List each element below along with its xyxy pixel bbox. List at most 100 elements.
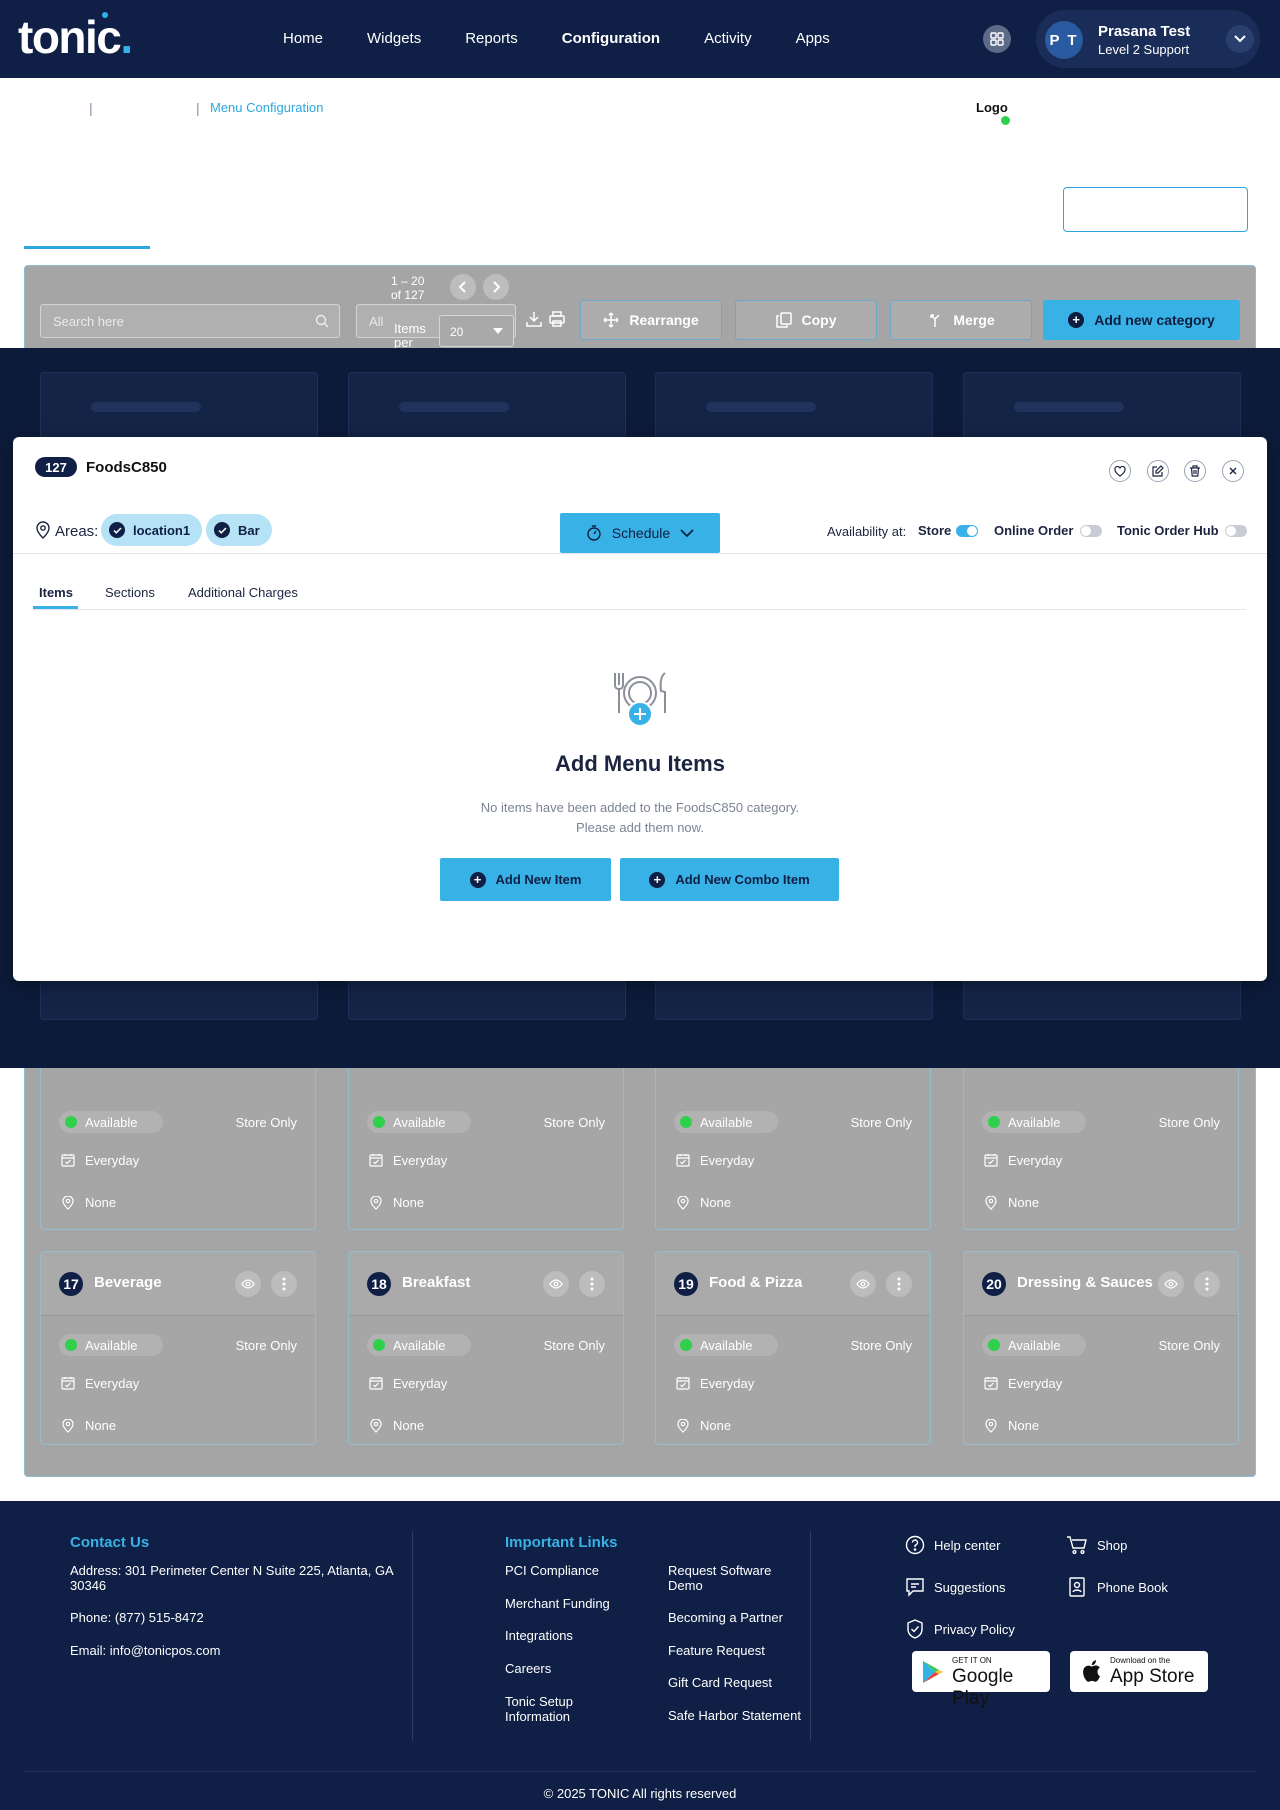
copy-icon <box>775 312 792 328</box>
download-icon[interactable] <box>525 310 543 328</box>
nav-widgets[interactable]: Widgets <box>367 30 421 47</box>
help-center-link[interactable]: Help center <box>934 1538 1000 1553</box>
suggestions-link[interactable]: Suggestions <box>934 1580 1006 1595</box>
stopwatch-icon <box>587 525 601 541</box>
contact-heading: Contact Us <box>70 1534 150 1551</box>
breadcrumb-separator: | <box>196 100 200 116</box>
footer-link[interactable]: Request Software Demo <box>668 1563 798 1593</box>
nav-reports[interactable]: Reports <box>465 30 518 47</box>
store-toggle[interactable] <box>956 525 978 537</box>
merge-button[interactable]: Merge <box>890 300 1032 340</box>
channel-text: Store Only <box>850 1115 912 1130</box>
tonic-order-hub-toggle-label: Tonic Order Hub <box>1117 523 1219 538</box>
shop-link[interactable]: Shop <box>1097 1538 1127 1553</box>
copy-button[interactable]: Copy <box>735 300 877 340</box>
phone-book-link[interactable]: Phone Book <box>1097 1580 1168 1595</box>
category-card[interactable]: 19 Food & Pizza Available Store Only Eve… <box>655 1251 931 1445</box>
footer-link[interactable]: Merchant Funding <box>505 1596 610 1611</box>
area-chip[interactable]: location1 <box>101 514 203 546</box>
online-order-toggle[interactable] <box>1080 525 1102 537</box>
area-chip-label: location1 <box>133 522 191 538</box>
more-options-button[interactable] <box>886 1271 912 1297</box>
card-number: 18 <box>367 1272 391 1296</box>
footer-link[interactable]: Becoming a Partner <box>668 1610 783 1625</box>
footer-link[interactable]: Careers <box>505 1661 551 1676</box>
page-range: 1 – 20 of 127 <box>391 274 424 302</box>
nav-activity[interactable]: Activity <box>704 30 752 47</box>
add-new-item-button[interactable]: + Add New Item <box>440 858 611 901</box>
more-options-button[interactable] <box>1194 1271 1220 1297</box>
more-options-button[interactable] <box>271 1271 297 1297</box>
close-button[interactable] <box>1222 460 1244 482</box>
visibility-button[interactable] <box>850 1271 876 1297</box>
schedule-dropdown[interactable]: Schedule <box>560 513 720 553</box>
channel-text: Store Only <box>235 1338 297 1353</box>
header-input[interactable] <box>1063 187 1248 232</box>
tab-items[interactable]: Items <box>39 585 73 600</box>
contact-email[interactable]: Email: info@tonicpos.com <box>70 1643 220 1658</box>
footer-link[interactable]: Integrations <box>505 1628 573 1643</box>
favorite-button[interactable] <box>1109 460 1131 482</box>
location-text: None <box>393 1418 425 1433</box>
footer-link[interactable]: Safe Harbor Statement <box>668 1708 801 1723</box>
footer-link[interactable]: Feature Request <box>668 1643 765 1658</box>
tonic-order-hub-toggle[interactable] <box>1225 525 1247 537</box>
user-menu-toggle[interactable] <box>1226 25 1254 53</box>
location-text: None <box>393 1195 425 1210</box>
google-play-big-text: Google Play <box>952 1666 1014 1709</box>
rearrange-button[interactable]: Rearrange <box>580 300 722 340</box>
category-card[interactable]: 18 Breakfast Available Store Only Everyd… <box>348 1251 624 1445</box>
delete-button[interactable] <box>1184 460 1206 482</box>
available-dot <box>65 1116 77 1128</box>
app-store-badge[interactable]: Download on the App Store <box>1070 1651 1208 1692</box>
google-play-badge[interactable]: GET IT ON Google Play <box>912 1651 1050 1709</box>
print-icon[interactable] <box>548 310 566 328</box>
edit-button[interactable] <box>1147 460 1169 482</box>
obscured-card <box>963 372 1241 442</box>
contact-phone[interactable]: Phone: (877) 515-8472 <box>70 1610 204 1625</box>
tab-additional-charges[interactable]: Additional Charges <box>188 585 298 600</box>
footer-link[interactable]: PCI Compliance <box>505 1563 599 1578</box>
privacy-policy-link[interactable]: Privacy Policy <box>934 1622 1015 1637</box>
location-pin-icon <box>677 1419 689 1433</box>
availability-label: Availability at: <box>827 524 907 539</box>
area-chip[interactable]: Bar <box>206 514 272 546</box>
category-card[interactable]: 17 Beverage Available Store Only Everyda… <box>40 1251 316 1445</box>
add-new-combo-item-button[interactable]: + Add New Combo Item <box>620 858 839 901</box>
visibility-button[interactable] <box>1158 1271 1184 1297</box>
prev-page-button[interactable] <box>450 274 476 300</box>
footer-link[interactable]: Tonic Setup Information <box>505 1694 615 1724</box>
more-options-button[interactable] <box>579 1271 605 1297</box>
nav-apps[interactable]: Apps <box>796 30 830 47</box>
user-menu[interactable]: P T Prasana Test Level 2 Support <box>1036 10 1260 68</box>
schedule-text: Everyday <box>393 1376 448 1391</box>
available-dot <box>65 1339 77 1351</box>
visibility-button[interactable] <box>543 1271 569 1297</box>
visibility-button[interactable] <box>235 1271 261 1297</box>
more-vertical-icon <box>1205 1277 1209 1291</box>
breadcrumb: | | Menu Configuration Logo <box>0 78 1280 138</box>
plus-icon: + <box>469 871 486 888</box>
google-play-small-text: GET IT ON <box>952 1656 992 1665</box>
trash-icon <box>1190 465 1200 477</box>
location-pin-icon <box>370 1419 382 1433</box>
category-card[interactable]: 20 Dressing & Sauces Available Store Onl… <box>963 1251 1239 1445</box>
channel-text: Store Only <box>543 1115 605 1130</box>
next-page-button[interactable] <box>483 274 509 300</box>
add-category-label: Add new category <box>1094 312 1215 328</box>
tonic-logo[interactable]: tonic. <box>18 12 133 60</box>
app-grid-button[interactable] <box>983 25 1011 53</box>
breadcrumb-current[interactable]: Menu Configuration <box>210 100 323 115</box>
more-vertical-icon <box>282 1277 286 1291</box>
nav-configuration[interactable]: Configuration <box>562 30 660 47</box>
empty-desc-line: No items have been added to the FoodsC85… <box>480 800 800 815</box>
items-per-page-select[interactable]: 20 <box>439 315 514 347</box>
channel-text: Store Only <box>543 1338 605 1353</box>
search-input[interactable]: Search here <box>40 304 340 338</box>
available-dot <box>680 1116 692 1128</box>
plate-cutlery-icon <box>614 672 666 727</box>
add-category-button[interactable]: + Add new category <box>1043 300 1240 340</box>
tab-sections[interactable]: Sections <box>105 585 155 600</box>
nav-home[interactable]: Home <box>283 30 323 47</box>
footer-link[interactable]: Gift Card Request <box>668 1675 772 1690</box>
